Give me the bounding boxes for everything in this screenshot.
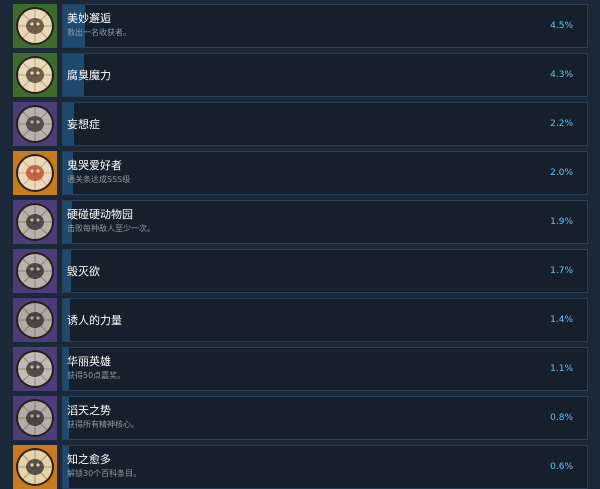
achievement-row[interactable]: 滔天之势获得所有精神核心。 0.8% [13, 396, 588, 440]
achievement-title: 美妙邂逅 [67, 12, 111, 25]
achievement-panel: 毁灭欲 1.7% [62, 249, 588, 293]
unlock-percentage: 1.4% [550, 315, 573, 325]
achievement-description: 获得50点嘉奖。 [67, 371, 126, 380]
achievement-title: 华丽英雄 [67, 355, 111, 368]
achievement-description: 救出一名收获者。 [67, 28, 131, 37]
achievement-title: 硬碰硬动物园 [67, 208, 133, 221]
achievement-row[interactable]: 腐臭魔力 4.3% [13, 53, 588, 97]
unlock-percentage: 1.7% [550, 266, 573, 276]
achievement-title: 诱人的力量 [67, 314, 122, 327]
achievement-title: 滔天之势 [67, 404, 111, 417]
destruction-icon [13, 249, 57, 293]
achievement-description: 解锁30个百科条目。 [67, 469, 142, 478]
deer-skull-wheel-icon [13, 4, 57, 48]
unlock-percentage: 2.0% [550, 168, 573, 178]
achievement-panel: 知之愈多解锁30个百科条目。 0.6% [62, 445, 588, 489]
achievement-title: 毁灭欲 [67, 265, 100, 278]
achievement-title: 腐臭魔力 [67, 69, 111, 82]
achievement-title: 妄想症 [67, 118, 100, 131]
spirit-core-icon [13, 396, 57, 440]
unlock-percentage: 2.2% [550, 119, 573, 129]
achievement-panel: 华丽英雄获得50点嘉奖。 1.1% [62, 347, 588, 391]
crown-face-icon [13, 298, 57, 342]
achievement-row[interactable]: 硬碰硬动物园击败每种敌人至少一次。 1.9% [13, 200, 588, 244]
achievement-row[interactable]: 知之愈多解锁30个百科条目。 0.6% [13, 445, 588, 489]
achievement-row[interactable]: 毁灭欲 1.7% [13, 249, 588, 293]
pineapple-icon [13, 445, 57, 489]
achievement-panel: 诱人的力量 1.4% [62, 298, 588, 342]
unlock-percentage: 4.3% [550, 70, 573, 80]
achievement-list: 美妙邂逅救出一名收获者。 4.5% 腐臭魔力 4.3% 妄想症 2.2% 鬼哭爱好者通关条达… [0, 0, 600, 489]
achievement-panel: 硬碰硬动物园击败每种敌人至少一次。 1.9% [62, 200, 588, 244]
unlock-percentage: 1.1% [550, 364, 573, 374]
achievement-row[interactable]: 鬼哭爱好者通关条达成SSS级 2.0% [13, 151, 588, 195]
achievement-panel: 美妙邂逅救出一名收获者。 4.5% [62, 4, 588, 48]
tangled-face-icon [13, 102, 57, 146]
creature-wheel-icon [13, 53, 57, 97]
achievement-description: 通关条达成SSS级 [67, 175, 131, 184]
achievement-panel: 鬼哭爱好者通关条达成SSS级 2.0% [62, 151, 588, 195]
achievement-title: 知之愈多 [67, 453, 111, 466]
hero-face-icon [13, 347, 57, 391]
unlock-percentage: 4.5% [550, 21, 573, 31]
creatures-icon [13, 200, 57, 244]
achievement-panel: 腐臭魔力 4.3% [62, 53, 588, 97]
unlock-percentage: 0.8% [550, 413, 573, 423]
achievement-row[interactable]: 美妙邂逅救出一名收获者。 4.5% [13, 4, 588, 48]
unlock-percentage: 0.6% [550, 462, 573, 472]
achievement-row[interactable]: 诱人的力量 1.4% [13, 298, 588, 342]
unlock-percentage: 1.9% [550, 217, 573, 227]
achievement-panel: 妄想症 2.2% [62, 102, 588, 146]
sss-rank-icon [13, 151, 57, 195]
achievement-description: 获得所有精神核心。 [67, 420, 139, 429]
achievement-panel: 滔天之势获得所有精神核心。 0.8% [62, 396, 588, 440]
achievement-description: 击败每种敌人至少一次。 [67, 224, 155, 233]
achievement-title: 鬼哭爱好者 [67, 159, 122, 172]
achievement-row[interactable]: 妄想症 2.2% [13, 102, 588, 146]
achievement-row[interactable]: 华丽英雄获得50点嘉奖。 1.1% [13, 347, 588, 391]
